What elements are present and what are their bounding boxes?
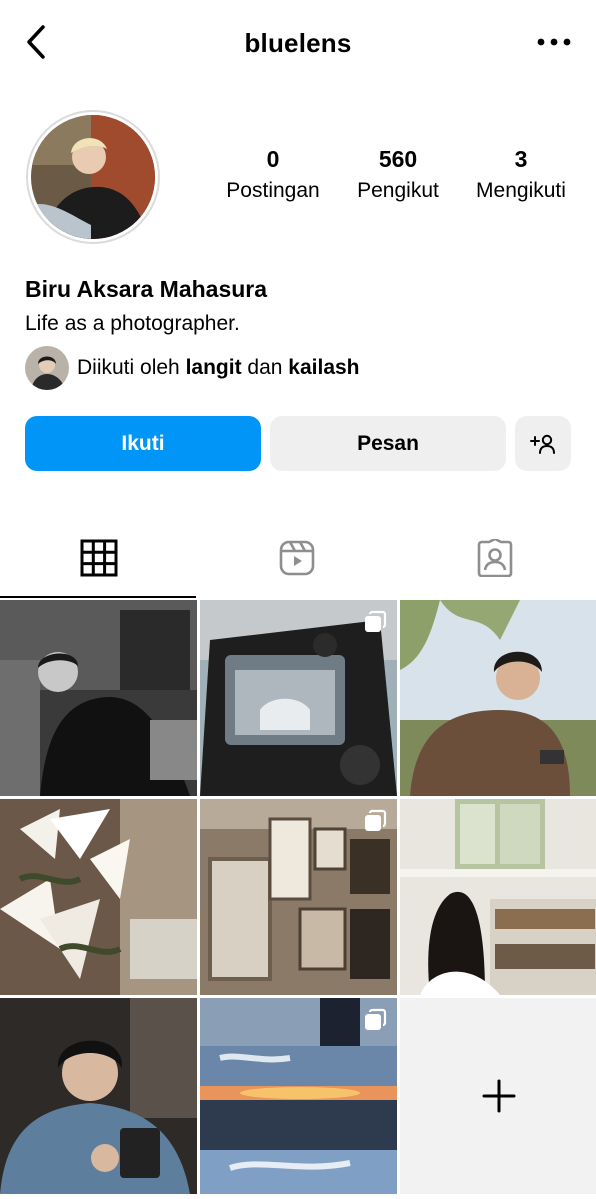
- multiple-posts-icon: [365, 1008, 387, 1030]
- stat-posts[interactable]: 0 Postingan: [210, 146, 336, 203]
- followers-label: Pengikut: [357, 179, 439, 202]
- stat-following[interactable]: 3 Mengikuti: [462, 146, 580, 203]
- posts-count: 0: [266, 146, 280, 172]
- post-tile[interactable]: [200, 600, 397, 796]
- post-tile[interactable]: [0, 799, 197, 995]
- following-count: 3: [514, 146, 528, 172]
- mutual-follower-2[interactable]: kailash: [288, 356, 359, 379]
- grid-icon: [80, 539, 118, 577]
- tab-reels[interactable]: [198, 518, 396, 598]
- profile-username: bluelens: [244, 28, 352, 58]
- followed-by-text: Diikuti oleh langit dan kailash: [77, 356, 360, 380]
- multiple-posts-icon: [365, 610, 387, 632]
- more-horizontal-icon: [537, 38, 571, 46]
- follow-button[interactable]: Ikuti: [25, 416, 261, 471]
- tab-grid[interactable]: [0, 518, 198, 598]
- plus-icon: [482, 1079, 515, 1113]
- post-tile[interactable]: [200, 998, 397, 1194]
- message-button[interactable]: Pesan: [270, 416, 506, 471]
- tagged-person-icon: [477, 539, 513, 577]
- active-tab-indicator: [0, 596, 196, 598]
- add-post-tile[interactable]: [400, 998, 596, 1194]
- followed-by-conj: dan: [247, 356, 283, 379]
- profile-bio: Life as a photographer.: [25, 312, 240, 335]
- top-bar: bluelens: [0, 0, 596, 86]
- stat-followers[interactable]: 560 Pengikut: [338, 146, 458, 203]
- post-tile[interactable]: [0, 998, 197, 1194]
- profile-avatar[interactable]: [26, 110, 160, 244]
- followed-by-prefix: Diikuti oleh: [77, 356, 180, 379]
- mutual-follower-1[interactable]: langit: [186, 356, 242, 379]
- suggest-people-button[interactable]: [515, 416, 571, 471]
- following-label: Mengikuti: [476, 179, 566, 202]
- tab-tagged[interactable]: [396, 518, 594, 598]
- post-tile[interactable]: [0, 600, 197, 796]
- more-options-button[interactable]: [534, 28, 574, 56]
- posts-label: Postingan: [226, 179, 320, 202]
- add-person-icon: [530, 434, 555, 454]
- profile-tabs: [0, 518, 596, 598]
- profile-full-name: Biru Aksara Mahasura: [25, 276, 268, 302]
- post-tile[interactable]: [400, 600, 596, 796]
- reels-icon: [279, 540, 315, 576]
- post-tile[interactable]: [400, 799, 596, 995]
- multiple-posts-icon: [365, 809, 387, 831]
- followers-count: 560: [378, 146, 418, 172]
- followed-by[interactable]: Diikuti oleh langit dan kailash: [25, 346, 360, 390]
- avatar-photo: [31, 115, 155, 239]
- post-tile[interactable]: [200, 799, 397, 995]
- profile-stats: 0 Postingan 560 Pengikut 3 Mengikuti: [210, 146, 586, 216]
- follower-avatar: [25, 346, 69, 390]
